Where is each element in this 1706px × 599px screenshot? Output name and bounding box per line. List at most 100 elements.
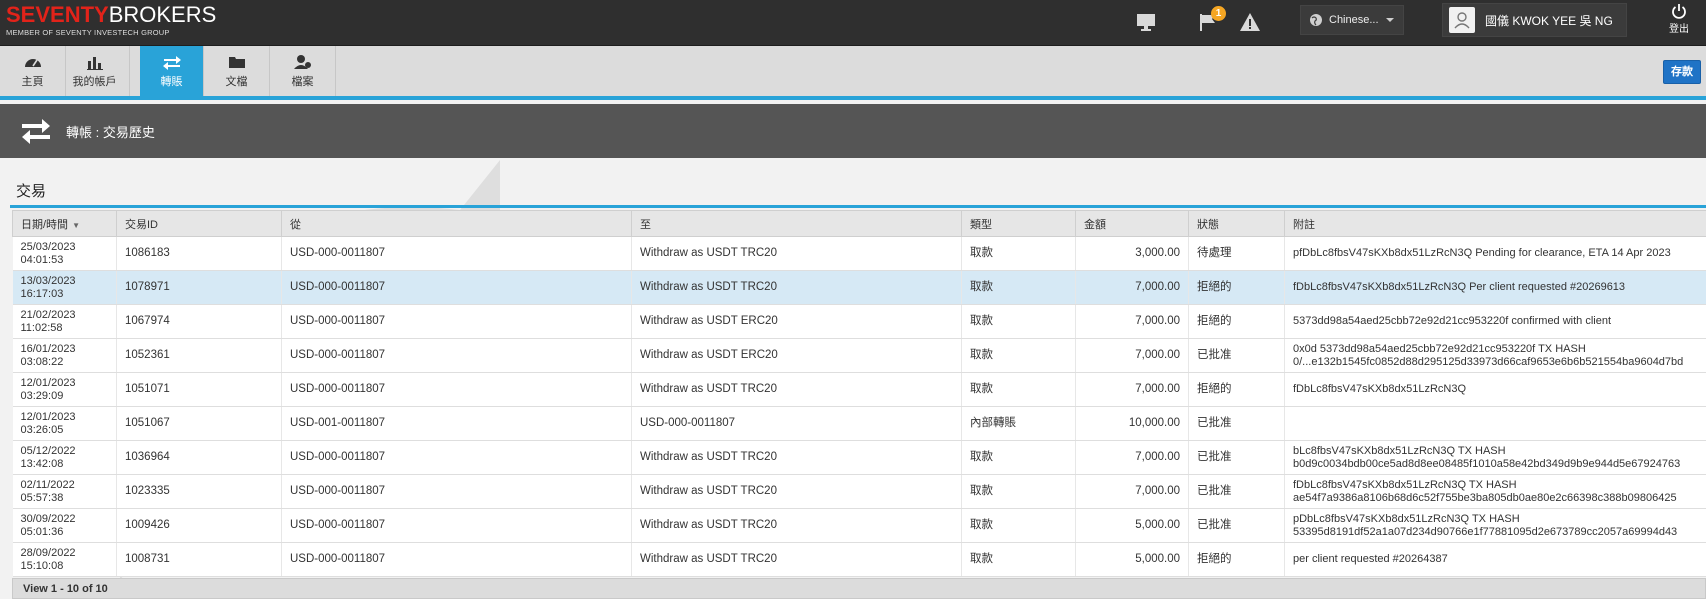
pager-status: View 1 - 10 of 10 [12, 578, 1706, 599]
cell-date: 02/11/2022 05:57:38 [12, 474, 117, 509]
cell-status: 已批准 [1188, 474, 1285, 509]
column-header-to[interactable]: 至 [631, 210, 962, 237]
column-header-id[interactable]: 交易ID [116, 210, 282, 237]
table-row[interactable]: 12/01/2023 03:26:05 1051067 USD-001-0011807… [12, 406, 1706, 441]
cell-from: USD-000-0011807 [281, 304, 632, 339]
cell-note: fDbLc8fbsV47sKXb8dx51LzRcN3Q Per client … [1284, 270, 1706, 305]
cell-note-line1: per client requested #20264387 [1293, 553, 1448, 566]
cell-date-time: 03:29:09 [20, 389, 64, 402]
cell-note-line1: fDbLc8fbsV47sKXb8dx51LzRcN3Q [1293, 383, 1467, 396]
logout-label: 登出 [1669, 24, 1689, 35]
table-row[interactable]: 25/03/2023 04:01:53 1086183 USD-000-0011807… [12, 236, 1706, 271]
warning-icon[interactable] [1238, 10, 1262, 34]
column-header-from[interactable]: 從 [281, 210, 632, 237]
table-row[interactable]: 13/03/2023 16:17:03 1078971 USD-000-0011807… [12, 270, 1706, 305]
cell-type: 取款 [961, 440, 1076, 475]
cell-status: 拒絕的 [1188, 304, 1285, 339]
table-header-row: 日期/時間 ▼ 交易ID 從 至 類型 金額 狀態 附註 [12, 210, 1706, 237]
brand-logo[interactable]: SEVENTYBROKERS MEMBER OF SEVENTY INVESTE… [6, 4, 216, 37]
table-row[interactable]: 02/11/2022 05:57:38 1023335 USD-000-0011807… [12, 474, 1706, 509]
cell-amount: 7,000.00 [1075, 270, 1189, 305]
cell-note: fDbLc8fbsV47sKXb8dx51LzRcN3Q TX HASH ae54… [1284, 474, 1706, 509]
table-row[interactable]: 05/12/2022 13:42:08 1036964 USD-000-0011807… [12, 440, 1706, 475]
cell-note-line1: 5373dd98a54aed25cbb72e92d21cc953220f con… [1293, 315, 1612, 328]
cell-from: USD-000-0011807 [281, 440, 632, 475]
cell-from: USD-000-0011807 [281, 542, 632, 577]
cell-amount: 7,000.00 [1075, 338, 1189, 373]
table-row[interactable]: 21/02/2023 11:02:58 1067974 USD-000-0011807… [12, 304, 1706, 339]
cell-id: 1067974 [116, 304, 282, 339]
cell-from: USD-000-0011807 [281, 338, 632, 373]
cell-note-line1: pfDbLc8fbsV47sKXb8dx51LzRcN3Q Pending fo… [1293, 247, 1671, 260]
cell-id: 1008731 [116, 542, 282, 577]
logout-button[interactable]: 登出 [1660, 3, 1698, 43]
cell-note [1284, 406, 1706, 441]
brand-tagline: MEMBER OF SEVENTY INVESTECH GROUP [6, 28, 170, 37]
folder-icon [228, 57, 245, 68]
cell-note-line2: b0d9c0034bdb00ce5ad8d8ee08485f1010a58e42… [1293, 457, 1681, 470]
cell-to: Withdraw as USDT TRC20 [631, 236, 962, 271]
cell-date: 21/02/2023 11:02:58 [12, 304, 117, 339]
cell-type: 取款 [961, 236, 1076, 271]
cell-to: Withdraw as USDT TRC20 [631, 508, 962, 543]
cell-status: 已批准 [1188, 338, 1285, 373]
cell-id: 1036964 [116, 440, 282, 475]
language-select[interactable]: Chinese... [1300, 5, 1404, 35]
cell-status: 待處理 [1188, 236, 1285, 271]
user-menu[interactable]: 國儀 KWOK YEE 吳 NG [1442, 3, 1627, 37]
table-row[interactable]: 16/01/2023 03:08:22 1052361 USD-000-0011807… [12, 338, 1706, 373]
logo-white-text: BROKERS [108, 2, 217, 27]
section-title: 交易 [16, 183, 47, 200]
cell-date-day: 25/03/2023 [20, 240, 76, 253]
deposit-button[interactable]: 存款 [1663, 60, 1701, 84]
cell-amount: 10,000.00 [1075, 406, 1189, 441]
table-row[interactable]: 28/09/2022 15:10:08 1008731 USD-000-0011807… [12, 542, 1706, 577]
globe-icon [1310, 14, 1322, 26]
cell-date-time: 15:10:08 [20, 559, 64, 572]
cell-status: 已批准 [1188, 440, 1285, 475]
cell-to: Withdraw as USDT ERC20 [631, 304, 962, 339]
cell-note-line2: ae54f7a9386a8106b68d6c52f755be3ba805db0a… [1293, 491, 1677, 504]
cell-to: Withdraw as USDT ERC20 [631, 338, 962, 373]
cell-note-line1: fDbLc8fbsV47sKXb8dx51LzRcN3Q TX HASH [1293, 478, 1517, 491]
cell-date-day: 05/12/2022 [20, 444, 76, 457]
tab-documents[interactable]: 文檔 [204, 46, 270, 96]
cell-note: bLc8fbsV47sKXb8dx51LzRcN3Q TX HASH b0d9c0… [1284, 440, 1706, 475]
cell-date-day: 30/09/2022 [20, 512, 76, 525]
cell-date-day: 28/09/2022 [20, 546, 76, 559]
power-icon [1672, 4, 1686, 19]
table-row[interactable]: 30/09/2022 05:01:36 1009426 USD-000-0011807… [12, 508, 1706, 543]
cell-id: 1009426 [116, 508, 282, 543]
cell-from: USD-000-0011807 [281, 474, 632, 509]
transfer-icon [162, 56, 181, 70]
notification-badge[interactable]: 1 [1211, 6, 1226, 21]
chevron-down-icon [1386, 18, 1394, 22]
column-header-note[interactable]: 附註 [1284, 210, 1706, 237]
cell-amount: 3,000.00 [1075, 236, 1189, 271]
table-row[interactable]: 12/01/2023 03:29:09 1051071 USD-000-0011807… [12, 372, 1706, 407]
cell-date: 30/09/2022 05:01:36 [12, 508, 117, 543]
cell-note: per client requested #20264387 [1284, 542, 1706, 577]
cell-date-day: 12/01/2023 [20, 410, 76, 423]
tab-profile[interactable]: 檔案 [270, 46, 336, 96]
avatar [1449, 7, 1475, 33]
tab-my-account[interactable]: 我的帳戶 [60, 46, 130, 96]
cell-status: 已批准 [1188, 406, 1285, 441]
language-value: Chinese... [1329, 14, 1379, 26]
cell-date: 05/12/2022 13:42:08 [12, 440, 117, 475]
tab-home[interactable]: 主頁 [0, 46, 66, 96]
cell-type: 取款 [961, 542, 1076, 577]
tab-transfer[interactable]: 轉賬 [140, 46, 204, 96]
user-name: 國儀 KWOK YEE 吳 NG [1485, 13, 1613, 28]
sort-caret-icon: ▼ [72, 220, 80, 230]
column-header-type[interactable]: 類型 [961, 210, 1076, 237]
monitor-icon[interactable] [1134, 10, 1158, 34]
column-header-amount[interactable]: 金額 [1075, 210, 1189, 237]
column-header-date[interactable]: 日期/時間 ▼ [12, 210, 117, 237]
cell-date-time: 05:01:36 [20, 525, 64, 538]
cell-id: 1051067 [116, 406, 282, 441]
cell-note-line1: 0x0d 5373dd98a54aed25cbb72e92d21cc953220… [1293, 342, 1586, 355]
cell-date-time: 11:02:58 [20, 321, 63, 334]
column-header-status[interactable]: 狀態 [1188, 210, 1285, 237]
cell-id: 1051071 [116, 372, 282, 407]
